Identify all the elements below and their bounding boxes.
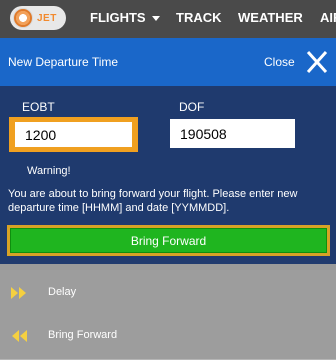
logo[interactable]: JET — [10, 6, 66, 30]
eobt-input[interactable] — [15, 122, 132, 147]
chevron-down-icon — [151, 16, 160, 22]
rewind-icon — [12, 330, 27, 342]
warning-title: Warning! — [27, 165, 71, 177]
close-button-label[interactable]: Close — [264, 55, 295, 69]
bring-forward-highlight: Bring Forward — [7, 225, 330, 256]
flight-action-menu: Delay Bring Forward — [0, 264, 336, 360]
eobt-label: EOBT — [22, 100, 55, 114]
dialog-title: New Departure Time — [8, 55, 119, 69]
nav-track[interactable]: TRACK — [176, 0, 222, 38]
menu-item-bring-forward[interactable]: Bring Forward — [0, 313, 336, 360]
eobt-field-highlight — [9, 117, 138, 152]
nav-weather[interactable]: WEATHER — [238, 0, 303, 38]
nav-flights[interactable]: FLIGHTS — [90, 0, 160, 38]
warning-message: You are about to bring forward your flig… — [8, 188, 298, 214]
top-nav: JET FLIGHTS TRACK WEATHER AIR — [0, 0, 336, 38]
logo-text: JET — [37, 12, 57, 24]
fast-forward-icon — [11, 287, 26, 299]
bring-forward-button[interactable]: Bring Forward — [10, 228, 327, 253]
logo-mark-icon — [13, 8, 33, 28]
close-icon[interactable] — [306, 50, 328, 74]
menu-item-delay[interactable]: Delay — [0, 270, 336, 317]
menu-item-label: Delay — [48, 286, 77, 298]
dof-label: DOF — [179, 100, 205, 114]
nav-flights-label: FLIGHTS — [90, 10, 146, 25]
menu-item-label: Bring Forward — [48, 329, 118, 341]
dialog-header: New Departure Time Close — [0, 38, 336, 86]
nav-air[interactable]: AIR — [320, 0, 336, 38]
dof-input[interactable] — [170, 119, 295, 148]
departure-time-dialog: New Departure Time Close EOBT DOF Warnin… — [0, 38, 336, 264]
